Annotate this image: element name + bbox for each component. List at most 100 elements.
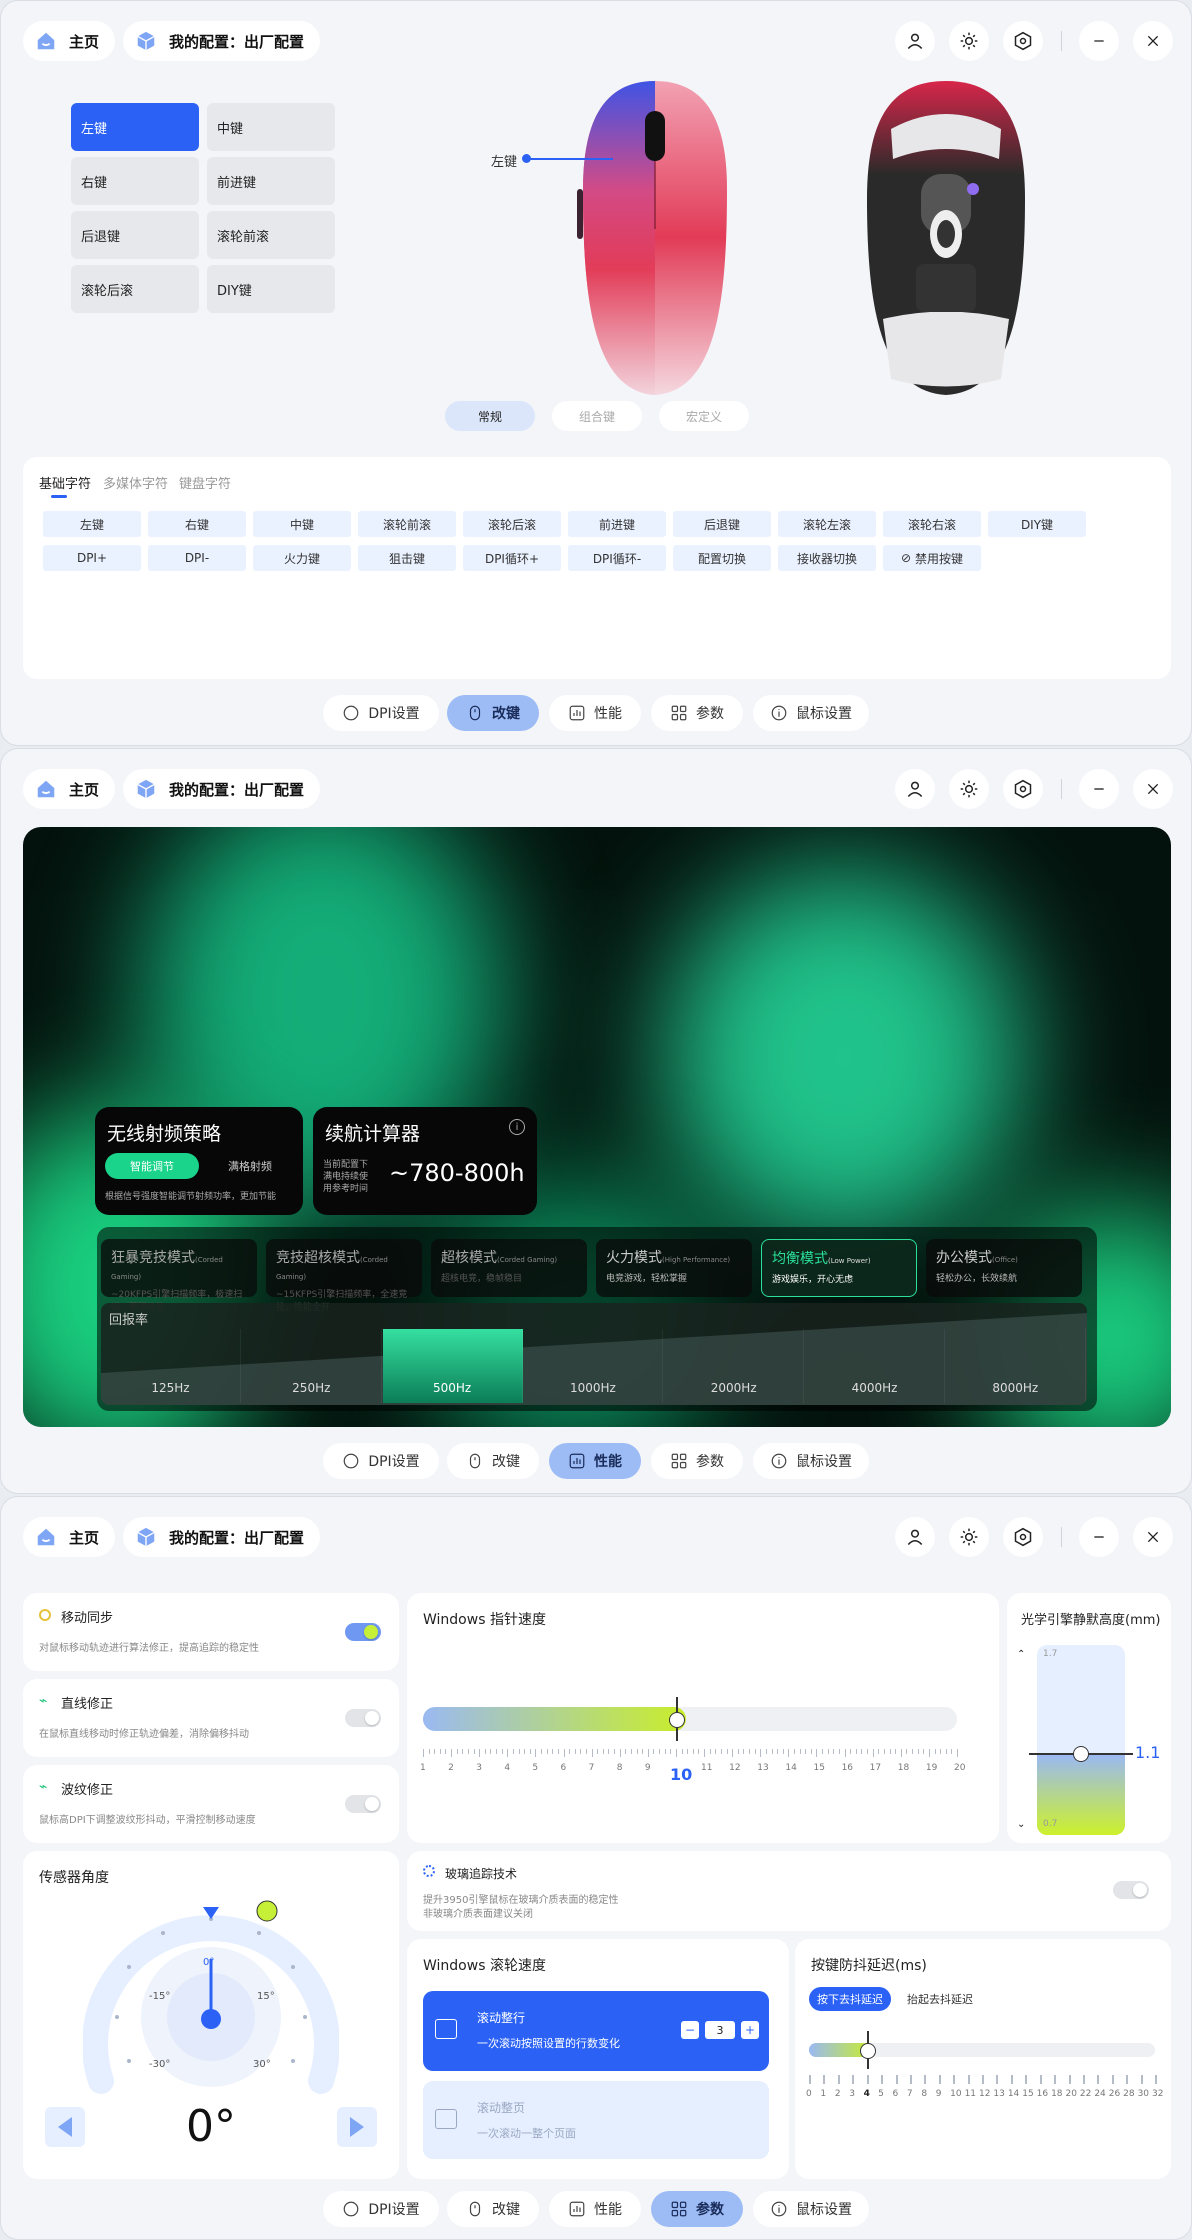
pointer-speed-handle[interactable] xyxy=(668,1697,685,1741)
mode-card[interactable]: 均衡模式(Low Power) 游戏娱乐，开心无虑 xyxy=(761,1239,917,1297)
function-key[interactable]: 前进键 xyxy=(568,511,666,537)
nav-params[interactable]: 参数 xyxy=(651,695,743,731)
function-key[interactable]: DPI+ xyxy=(43,545,141,571)
info-icon[interactable]: i xyxy=(509,1119,525,1135)
user-button[interactable] xyxy=(895,21,935,61)
polling-rate-option[interactable]: 125Hz xyxy=(101,1329,241,1403)
close-button[interactable] xyxy=(1133,769,1173,809)
nav-performance[interactable]: 性能 xyxy=(549,695,641,731)
function-key[interactable]: DIY键 xyxy=(988,511,1086,537)
scroll-lines-plus[interactable]: + xyxy=(741,2021,759,2039)
polling-rate-option[interactable]: 4000Hz xyxy=(805,1329,945,1403)
config-selector[interactable]: 我的配置：出厂配置 xyxy=(123,769,321,809)
debounce-knob[interactable] xyxy=(859,2043,876,2059)
glass-toggle[interactable] xyxy=(1113,1881,1149,1899)
mode-card[interactable]: 狂暴竞技模式(Corded Gaming)~20KFPS引擎扫描频率，极速扫描，… xyxy=(101,1239,257,1313)
polling-rate-option[interactable]: 8000Hz xyxy=(946,1329,1086,1403)
polling-rate-option[interactable]: 2000Hz xyxy=(664,1329,805,1403)
key-diy[interactable]: DIY键 xyxy=(207,265,335,313)
mode-tab-normal[interactable]: 常规 xyxy=(445,401,535,431)
polling-rate-option[interactable]: 1000Hz xyxy=(523,1329,664,1403)
theme-button[interactable] xyxy=(949,1517,989,1557)
function-key[interactable]: 接收器切换 xyxy=(778,545,876,571)
scroll-lines-minus[interactable]: − xyxy=(681,2021,699,2039)
key-back[interactable]: 后退键 xyxy=(71,211,199,259)
key-left[interactable]: 左键 xyxy=(71,103,199,151)
home-button[interactable]: 主页 xyxy=(23,769,116,809)
tab-basic-chars[interactable]: 基础字符 xyxy=(39,473,91,498)
rf-full-button[interactable]: 满格射频 xyxy=(205,1153,295,1179)
minimize-button[interactable] xyxy=(1079,1517,1119,1557)
nav-mouse-settings[interactable]: 鼠标设置 xyxy=(753,695,869,731)
function-key[interactable]: DPI- xyxy=(148,545,246,571)
mode-card[interactable]: 火力模式(High Performance) 电竞游戏，轻松掌握 xyxy=(596,1239,752,1297)
scroll-page-option[interactable]: 滚动整页 一次滚动一整个页面 xyxy=(423,2081,769,2159)
close-button[interactable] xyxy=(1133,21,1173,61)
key-forward[interactable]: 前进键 xyxy=(207,157,335,205)
nav-dpi[interactable]: DPI设置 xyxy=(323,695,439,731)
home-button[interactable]: 主页 xyxy=(23,1517,116,1557)
function-key[interactable]: 滚轮右滚 xyxy=(883,511,981,537)
function-key[interactable]: 滚轮左滚 xyxy=(778,511,876,537)
nav-params[interactable]: 参数 xyxy=(651,1443,743,1479)
key-right[interactable]: 右键 xyxy=(71,157,199,205)
function-key[interactable]: 火力键 xyxy=(253,545,351,571)
user-button[interactable] xyxy=(895,1517,935,1557)
function-key[interactable]: 狙击键 xyxy=(358,545,456,571)
settings-button[interactable] xyxy=(1003,769,1043,809)
nav-performance[interactable]: 性能 xyxy=(549,1443,641,1479)
function-key[interactable]: 滚轮后滚 xyxy=(463,511,561,537)
motion-sync-toggle[interactable] xyxy=(345,1623,381,1641)
nav-remap[interactable]: 改键 xyxy=(447,1443,539,1479)
nav-params[interactable]: 参数 xyxy=(651,2191,743,2227)
mode-card[interactable]: 办公模式(Office) 轻松办公，长效续航 xyxy=(926,1239,1082,1297)
pointer-speed-knob[interactable] xyxy=(668,1712,685,1728)
nav-mouse-settings[interactable]: 鼠标设置 xyxy=(753,1443,869,1479)
scroll-lines-input[interactable]: 3 xyxy=(705,2021,735,2039)
debounce-handle[interactable] xyxy=(859,2031,876,2069)
rf-smart-button[interactable]: 智能调节 xyxy=(105,1153,199,1179)
key-wheel-up[interactable]: 滚轮前滚 xyxy=(207,211,335,259)
home-button[interactable]: 主页 xyxy=(23,21,116,61)
lod-knob[interactable] xyxy=(1073,1746,1089,1762)
scroll-line-option[interactable]: 滚动整行 一次滚动按照设置的行数变化 − 3 + xyxy=(423,1991,769,2071)
nav-performance[interactable]: 性能 xyxy=(549,2191,641,2227)
function-key[interactable]: 左键 xyxy=(43,511,141,537)
function-key[interactable]: 中键 xyxy=(253,511,351,537)
debounce-tab-press[interactable]: 按下去抖延迟 xyxy=(809,1987,891,2011)
settings-button[interactable] xyxy=(1003,1517,1043,1557)
key-middle[interactable]: 中键 xyxy=(207,103,335,151)
function-key[interactable]: 配置切换 xyxy=(673,545,771,571)
config-selector[interactable]: 我的配置：出厂配置 xyxy=(123,1517,321,1557)
mode-card[interactable]: 竞技超核模式(Corded Gaming)~15KFPS引擎扫描频率，全速竞技，… xyxy=(266,1239,422,1313)
minimize-button[interactable] xyxy=(1079,21,1119,61)
settings-button[interactable] xyxy=(1003,21,1043,61)
key-wheel-down[interactable]: 滚轮后滚 xyxy=(71,265,199,313)
nav-remap[interactable]: 改键 xyxy=(447,2191,539,2227)
nav-dpi[interactable]: DPI设置 xyxy=(323,2191,439,2227)
tab-media-chars[interactable]: 多媒体字符 xyxy=(103,473,168,492)
config-selector[interactable]: 我的配置：出厂配置 xyxy=(123,21,321,61)
debounce-tab-release[interactable]: 抬起去抖延迟 xyxy=(899,1987,981,2011)
function-key[interactable]: DPI循环- xyxy=(568,545,666,571)
polling-rate-option[interactable]: 500Hz xyxy=(382,1329,523,1403)
straight-line-toggle[interactable] xyxy=(345,1709,381,1727)
minimize-button[interactable] xyxy=(1079,769,1119,809)
function-key[interactable]: 滚轮前滚 xyxy=(358,511,456,537)
theme-button[interactable] xyxy=(949,21,989,61)
polling-rate-option[interactable]: 250Hz xyxy=(242,1329,382,1403)
user-button[interactable] xyxy=(895,769,935,809)
lod-up-icon[interactable]: ⌃ xyxy=(1017,1649,1025,1660)
nav-remap[interactable]: 改键 xyxy=(447,695,539,731)
pointer-speed-track[interactable] xyxy=(423,1707,957,1731)
tab-keyboard-chars[interactable]: 键盘字符 xyxy=(179,473,231,492)
nav-dpi[interactable]: DPI设置 xyxy=(323,1443,439,1479)
lod-track[interactable] xyxy=(1037,1645,1125,1835)
function-key[interactable]: DPI循环+ xyxy=(463,545,561,571)
mode-tab-combo[interactable]: 组合键 xyxy=(552,401,642,431)
close-button[interactable] xyxy=(1133,1517,1173,1557)
lod-down-icon[interactable]: ⌄ xyxy=(1017,1819,1025,1830)
ripple-toggle[interactable] xyxy=(345,1795,381,1813)
function-key[interactable]: 后退键 xyxy=(673,511,771,537)
mode-tab-macro[interactable]: 宏定义 xyxy=(659,401,749,431)
